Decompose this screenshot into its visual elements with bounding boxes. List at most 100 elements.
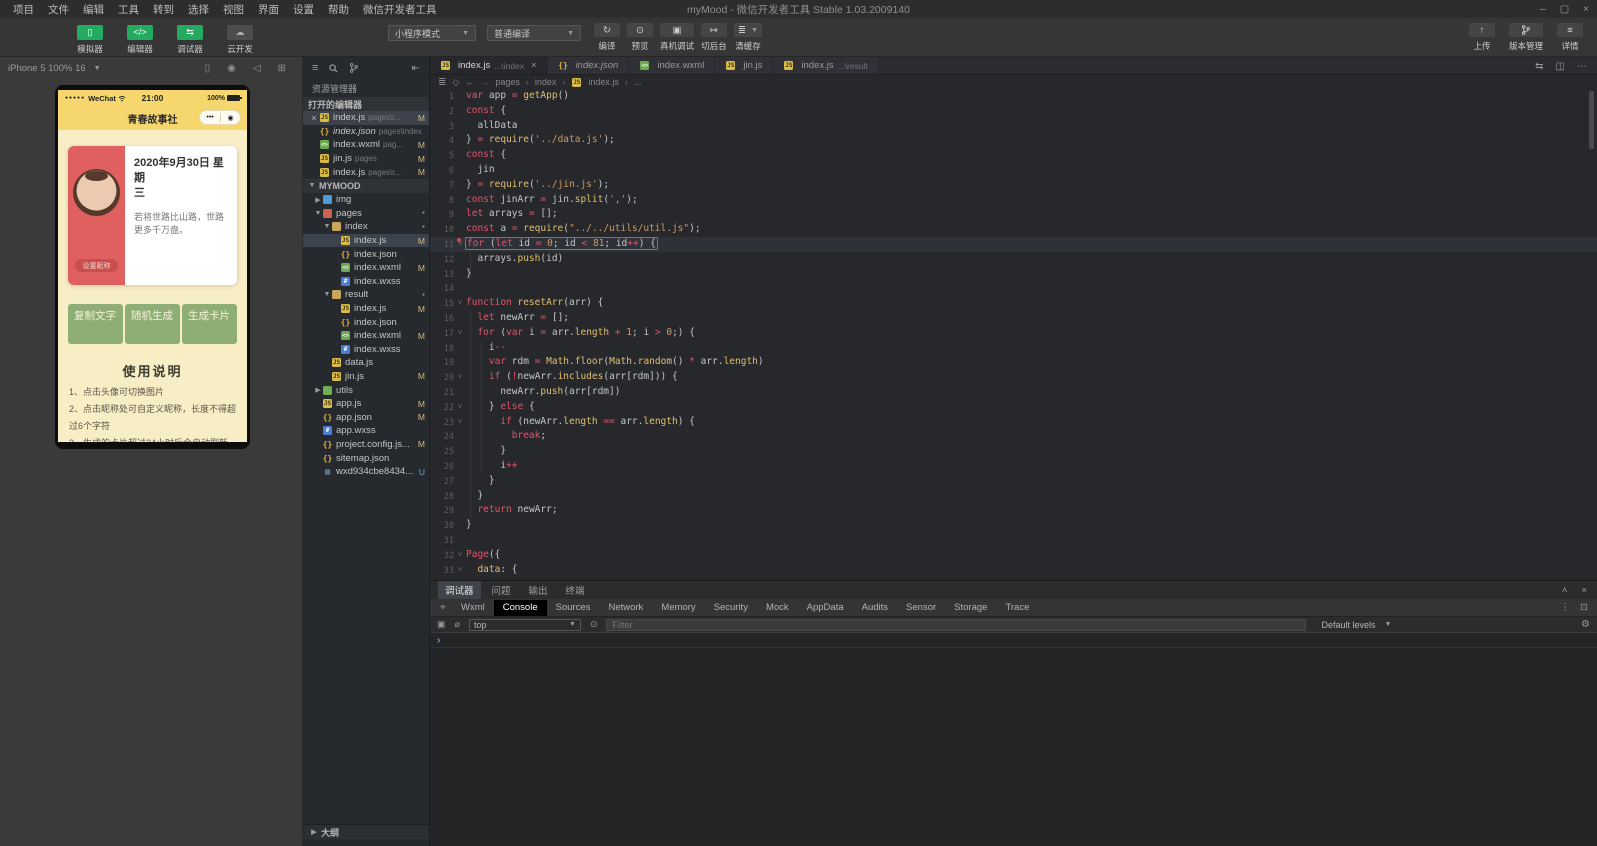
console-settings-icon[interactable]: ⚙ [1581, 619, 1590, 630]
devtools-tab-Mock[interactable]: Mock [757, 600, 798, 616]
tree-item-result[interactable]: ▼result● [303, 288, 429, 302]
menu-文件[interactable]: 文件 [41, 2, 76, 17]
open-editor-item[interactable]: JSjin.jspagesM [303, 152, 429, 166]
tree-item-app.js[interactable]: JSapp.jsM [303, 397, 429, 411]
menu-微信开发者工具[interactable]: 微信开发者工具 [356, 2, 444, 17]
open-editor-item[interactable]: JSindex.jspages\r...M [303, 165, 429, 179]
mini-program-button-复制文字[interactable]: 复制文字 [68, 304, 123, 344]
editor-tab-jin.js[interactable]: JSjin.js [715, 57, 773, 74]
toolbar-button-模拟器[interactable]: ▯模拟器 [70, 22, 110, 55]
tree-item-index.js[interactable]: JSindex.jsM [303, 234, 429, 248]
tree-item-app.json[interactable]: {}app.jsonM [303, 410, 429, 424]
tree-item-img[interactable]: ▶img [303, 193, 429, 207]
context-select[interactable]: top ▼ [469, 619, 581, 631]
fold-chevron-icon[interactable]: ˅ [454, 400, 466, 415]
tree-item-index.wxml[interactable]: <>index.wxmlM [303, 329, 429, 343]
close-icon[interactable]: × [309, 113, 319, 123]
eager-eval-icon[interactable]: ▣ [437, 619, 446, 630]
panel-tab-调试器[interactable]: 调试器 [438, 581, 481, 599]
collapse-sidebar-icon[interactable]: ⇤ [412, 63, 420, 74]
tree-item-index.json[interactable]: {}index.json [303, 247, 429, 261]
open-editors-header[interactable]: 打开的编辑器 [303, 97, 429, 111]
toolbar-right-详情[interactable]: ≡详情 [1557, 23, 1583, 52]
explorer-icon[interactable]: ≡ [312, 62, 318, 74]
editor-tab-index.js[interactable]: JSindex.js...\index× [430, 57, 548, 74]
action-button-编译[interactable]: ↻编译 [594, 23, 620, 52]
toolbar-button-调试器[interactable]: ⇆调试器 [170, 22, 210, 55]
devtools-tab-Network[interactable]: Network [599, 600, 652, 616]
tree-item-index.wxss[interactable]: #index.wxss [303, 275, 429, 289]
devtools-tab-Console[interactable]: Console [494, 600, 547, 616]
tree-item-project.config.js...[interactable]: {}project.config.js...M [303, 438, 429, 452]
fold-chevron-icon[interactable]: ˅ [454, 563, 466, 578]
console-prompt[interactable]: › [430, 633, 1597, 648]
action-button-预览[interactable]: ⊙预览 [627, 23, 653, 52]
breadcrumb-item-index[interactable]: index [535, 77, 557, 87]
tree-item-app.wxss[interactable]: #app.wxss [303, 424, 429, 438]
tree-item-index.wxss[interactable]: #index.wxss [303, 343, 429, 357]
breadcrumb-item-index.js[interactable]: JSindex.js [571, 77, 619, 87]
breadcrumb-item-pages[interactable]: pages [495, 77, 520, 87]
kebab-menu-icon[interactable]: ⋮ [1561, 602, 1571, 613]
outline-icon[interactable]: ≣ [438, 77, 446, 88]
project-root-header[interactable]: ▼ MYMOOD [303, 179, 429, 193]
collapse-panel-icon[interactable]: ˄ [1562, 585, 1568, 596]
devtools-tab-Sources[interactable]: Sources [547, 600, 600, 616]
dock-side-icon[interactable]: ⊡ [1580, 602, 1588, 613]
menu-视图[interactable]: 视图 [216, 2, 251, 17]
more-dots-icon[interactable]: ••• [206, 114, 213, 121]
tree-item-index.wxml[interactable]: <>index.wxmlM [303, 261, 429, 275]
search-icon[interactable] [329, 64, 338, 73]
set-nickname-button[interactable]: 设置昵称 [75, 259, 118, 272]
tree-item-utils[interactable]: ▶utils [303, 383, 429, 397]
toolbar-right-上传[interactable]: ↑上传 [1469, 23, 1495, 52]
bookmark-icon[interactable]: ◇ [452, 77, 459, 88]
menu-帮助[interactable]: 帮助 [321, 2, 356, 17]
log-levels-select[interactable]: Default levels ▼ [1321, 620, 1391, 630]
open-editor-item[interactable]: {}index.jsonpages\index [303, 125, 429, 139]
back-icon[interactable]: ← [465, 77, 474, 87]
editor-tab-index.js[interactable]: JSindex.js...\result [773, 57, 878, 74]
menu-编辑[interactable]: 编辑 [76, 2, 111, 17]
close-icon[interactable]: × [531, 60, 537, 71]
maximize-icon[interactable]: ▢ [1560, 4, 1569, 15]
open-editor-item[interactable]: <>index.wxmlpag...M [303, 138, 429, 152]
fold-chevron-icon[interactable]: ˅ [454, 296, 466, 311]
detach-window-icon[interactable]: ⊞ [278, 63, 286, 74]
action-button-切后台[interactable]: ↦切后台 [701, 23, 727, 52]
menu-选择[interactable]: 选择 [181, 2, 216, 17]
editor-tab-index.wxml[interactable]: <>index.wxml [629, 57, 715, 74]
editor-tab-index.json[interactable]: {}index.json [548, 57, 630, 74]
tree-item-wxd934cbe8434...[interactable]: ▤wxd934cbe8434...U [303, 465, 429, 479]
devtools-tab-Security[interactable]: Security [705, 600, 757, 616]
devtools-tab-Audits[interactable]: Audits [853, 600, 897, 616]
forward-icon[interactable]: → [480, 77, 489, 87]
panel-tab-问题[interactable]: 问题 [485, 581, 518, 599]
fold-chevron-icon[interactable]: ˅ [454, 326, 466, 341]
close-icon[interactable]: × [1583, 4, 1589, 15]
tree-item-jin.js[interactable]: JSjin.jsM [303, 370, 429, 384]
action-button-真机调试[interactable]: ▣真机调试 [660, 23, 694, 52]
menu-转到[interactable]: 转到 [146, 2, 181, 17]
panel-tab-终端[interactable]: 终端 [559, 581, 592, 599]
fold-chevron-icon[interactable]: ˅ [454, 415, 466, 430]
console-filter-input[interactable] [606, 619, 1306, 631]
open-editor-item[interactable]: ×JSindex.jspages\i...M [303, 111, 429, 125]
more-actions-icon[interactable]: ⋯ [1577, 61, 1587, 72]
panel-tab-输出[interactable]: 输出 [522, 581, 555, 599]
devtools-tab-Storage[interactable]: Storage [945, 600, 996, 616]
rotate-device-icon[interactable]: ▯ [205, 63, 211, 74]
minimize-icon[interactable]: – [1540, 4, 1546, 15]
menu-设置[interactable]: 设置 [286, 2, 321, 17]
tree-item-sitemap.json[interactable]: {}sitemap.json [303, 451, 429, 465]
devtools-tab-Memory[interactable]: Memory [652, 600, 704, 616]
menu-界面[interactable]: 界面 [251, 2, 286, 17]
mini-program-button-随机生成[interactable]: 随机生成 [125, 304, 180, 344]
tree-item-data.js[interactable]: JSdata.js [303, 356, 429, 370]
outline-section[interactable]: ▶ 大纲 [303, 824, 429, 839]
clear-console-icon[interactable]: ⌀ [455, 619, 460, 630]
menu-项目[interactable]: 项目 [6, 2, 41, 17]
devtools-tab-AppData[interactable]: AppData [798, 600, 853, 616]
toolbar-button-云开发[interactable]: ☁云开发 [220, 22, 260, 55]
live-expression-icon[interactable]: ⊙ [590, 619, 598, 630]
